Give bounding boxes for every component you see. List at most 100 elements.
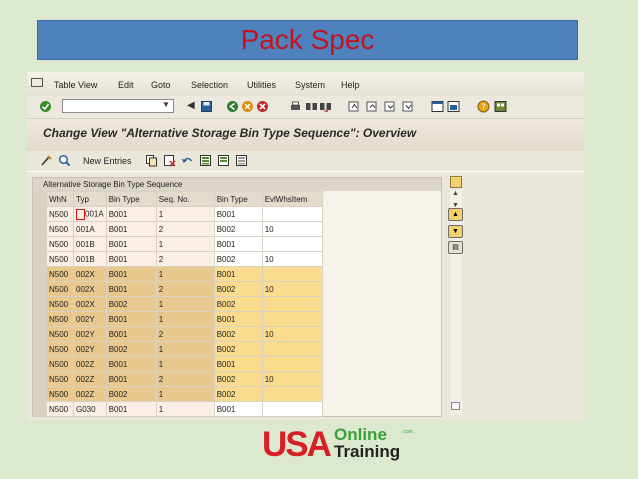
row-selector[interactable] [33,296,47,312]
find-next-icon[interactable] [319,100,332,113]
cell-alt-bin-type[interactable]: B002 [213,221,263,237]
cell-whn[interactable]: N500 [46,236,74,252]
new-session-icon[interactable] [431,100,444,113]
col-header-typ[interactable]: Typ [73,191,107,207]
first-page-icon[interactable] [348,100,361,113]
cell-whn[interactable]: N500 [46,311,74,327]
table-row[interactable]: N500 002Z B001 2 B002 10 [33,371,323,387]
cell-evl-whs-item[interactable]: 10 [261,251,323,267]
scroll-thumb[interactable] [451,402,460,410]
cell-typ[interactable]: 002Y [73,311,107,327]
cell-typ[interactable]: 001A [73,206,107,222]
cell-bin-type[interactable]: B001 [105,266,157,282]
col-header-evl-whs-item[interactable]: EvlWhsItem [261,191,323,207]
col-header-seq-no[interactable]: Seq. No. [155,191,215,207]
command-back-arrow-icon[interactable]: ◀ [187,100,195,111]
cell-typ[interactable]: 001A [73,221,107,237]
cell-evl-whs-item[interactable] [261,296,323,312]
menu-system[interactable]: System [295,80,325,90]
cell-seq-no[interactable]: 2 [155,326,215,342]
row-selector[interactable] [33,386,47,402]
prev-page-icon[interactable] [366,100,379,113]
table-row[interactable]: N500 001B B001 1 B001 [33,236,323,252]
cell-typ[interactable]: 001B [73,251,107,267]
cell-whn[interactable]: N500 [46,266,74,282]
row-selector[interactable] [33,371,47,387]
cell-evl-whs-item[interactable] [261,236,323,252]
cell-bin-type[interactable]: B002 [105,341,157,357]
table-row[interactable]: N500 001A B001 2 B002 10 [33,221,323,237]
cell-whn[interactable]: N500 [46,296,74,312]
select-all-rows-cell[interactable] [33,191,47,207]
cell-seq-no[interactable]: 1 [155,311,215,327]
display-change-icon[interactable] [40,154,53,167]
menu-help[interactable]: Help [341,80,360,90]
command-field[interactable] [62,99,174,116]
page-down-button[interactable]: ▼ [448,225,463,238]
cell-alt-bin-type[interactable]: B002 [213,296,263,312]
exit-icon[interactable] [241,100,254,113]
menu-table-view[interactable]: Table View [54,80,97,90]
table-row[interactable]: N500 002X B001 1 B001 [33,266,323,282]
undo-change-icon[interactable] [181,154,194,167]
cell-evl-whs-item[interactable] [261,206,323,222]
cell-bin-type[interactable]: B001 [105,221,157,237]
cell-typ[interactable]: G030 [73,401,107,417]
table-row[interactable]: N500 001B B001 2 B002 10 [33,251,323,267]
row-selector[interactable] [33,251,47,267]
cell-whn[interactable]: N500 [46,206,74,222]
cell-seq-no[interactable]: 2 [155,281,215,297]
cell-seq-no[interactable]: 1 [155,386,215,402]
table-vertical-scrollbar[interactable]: ▲ ▼ [450,190,462,415]
cell-alt-bin-type[interactable]: B001 [213,356,263,372]
table-row[interactable]: N500 G030 B001 1 B001 [33,401,323,417]
cell-alt-bin-type[interactable]: B002 [213,251,263,267]
cell-typ[interactable]: 002Z [73,371,107,387]
deselect-all-icon[interactable] [235,154,248,167]
row-selector[interactable] [33,266,47,282]
cell-seq-no[interactable]: 1 [155,356,215,372]
delete-icon[interactable] [163,154,176,167]
cell-typ[interactable]: 002Y [73,326,107,342]
cell-bin-type[interactable]: B002 [105,296,157,312]
table-row[interactable]: N500 002Y B001 2 B002 10 [33,326,323,342]
table-row[interactable]: N500 002Z B002 1 B002 [33,386,323,402]
row-selector[interactable] [33,281,47,297]
cell-bin-type[interactable]: B001 [105,401,157,417]
find-icon[interactable] [305,100,318,113]
column-settings-icon[interactable] [450,176,462,188]
table-row[interactable]: N500 001A B001 1 B001 [33,206,323,222]
table-row[interactable]: N500 002X B002 1 B002 [33,296,323,312]
cell-seq-no[interactable]: 2 [155,251,215,267]
print-icon[interactable] [289,100,302,113]
row-selector[interactable] [33,206,47,222]
cell-whn[interactable]: N500 [46,281,74,297]
cell-bin-type[interactable]: B001 [105,251,157,267]
cell-seq-no[interactable]: 1 [155,296,215,312]
row-selector[interactable] [33,356,47,372]
cell-typ[interactable]: 002X [73,266,107,282]
cell-whn[interactable]: N500 [46,341,74,357]
back-icon[interactable] [226,100,239,113]
details-icon[interactable] [58,154,71,167]
row-selector[interactable] [33,236,47,252]
cell-whn[interactable]: N500 [46,251,74,267]
row-selector[interactable] [33,326,47,342]
save-icon[interactable] [200,100,213,113]
cell-bin-type[interactable]: B001 [105,281,157,297]
col-header-whn[interactable]: WhN [46,191,74,207]
cell-evl-whs-item[interactable] [261,341,323,357]
cell-seq-no[interactable]: 1 [155,206,215,222]
cell-evl-whs-item[interactable] [261,311,323,327]
cell-whn[interactable]: N500 [46,386,74,402]
table-row[interactable]: N500 002Y B001 1 B001 [33,311,323,327]
table-row[interactable]: N500 002Z B001 1 B001 [33,356,323,372]
row-selector[interactable] [33,221,47,237]
cell-evl-whs-item[interactable] [261,386,323,402]
row-selector[interactable] [33,401,47,417]
cell-alt-bin-type[interactable]: B002 [213,341,263,357]
cell-alt-bin-type[interactable]: B001 [213,401,263,417]
select-block-icon[interactable] [217,154,230,167]
cell-evl-whs-item[interactable] [261,401,323,417]
col-header-alt-bin-type[interactable]: Bin Type [213,191,263,207]
